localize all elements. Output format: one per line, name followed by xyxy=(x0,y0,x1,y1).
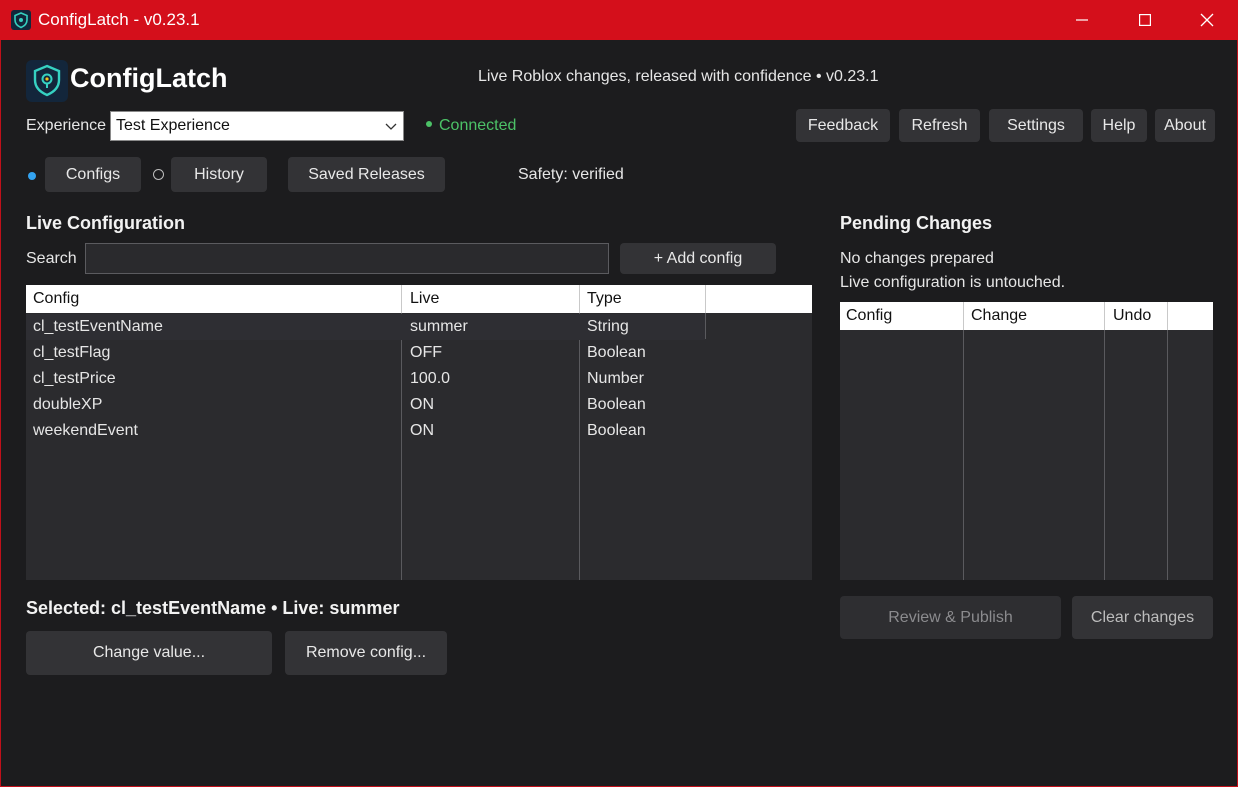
configs-radio-icon[interactable] xyxy=(28,172,36,180)
column-divider xyxy=(1167,330,1168,580)
live-config-title: Live Configuration xyxy=(26,213,185,233)
cell-config: doubleXP xyxy=(33,396,103,413)
connection-status: Connected xyxy=(426,117,516,135)
header-divider xyxy=(1167,302,1168,330)
tab-saved-releases[interactable]: Saved Releases xyxy=(288,157,445,192)
remove-config-button[interactable]: Remove config... xyxy=(285,631,447,675)
safety-status: Safety: verified xyxy=(518,166,624,183)
cell-type: Number xyxy=(587,370,644,387)
add-config-button[interactable]: + Add config xyxy=(620,243,776,274)
table-row[interactable]: doubleXP ON Boolean xyxy=(26,392,705,418)
column-header-config[interactable]: Config xyxy=(846,307,892,325)
column-header-config[interactable]: Config xyxy=(33,290,79,308)
history-radio-icon[interactable] xyxy=(153,169,164,180)
pending-status-detail: Live configuration is untouched. xyxy=(840,274,1066,291)
experience-label: Experience xyxy=(26,117,107,134)
status-dot-icon xyxy=(426,120,432,127)
search-input[interactable] xyxy=(85,243,609,274)
title-bar: ConfigLatch - v0.23.1 xyxy=(0,0,1238,40)
app-shield-icon xyxy=(11,10,31,30)
cell-type: String xyxy=(587,318,629,335)
cell-live: 100.0 xyxy=(410,370,451,387)
connection-status-label: Connected xyxy=(439,117,517,134)
cell-live: summer xyxy=(410,318,468,335)
cell-config: cl_testEventName xyxy=(33,318,163,335)
header-divider xyxy=(579,285,580,313)
minimize-icon xyxy=(1076,19,1088,21)
table-row[interactable]: cl_testEventName summer String xyxy=(26,314,705,340)
column-divider xyxy=(1104,330,1105,580)
pending-changes-table: Config Change Undo xyxy=(840,302,1213,580)
window-title: ConfigLatch - v0.23.1 xyxy=(38,10,200,29)
cell-type: Boolean xyxy=(587,422,646,439)
tab-configs[interactable]: Configs xyxy=(45,157,141,192)
column-header-undo[interactable]: Undo xyxy=(1113,307,1151,325)
brand-name: ConfigLatch xyxy=(70,63,228,93)
help-button[interactable]: Help xyxy=(1091,109,1147,142)
change-value-button[interactable]: Change value... xyxy=(26,631,272,675)
cell-config: cl_testPrice xyxy=(33,370,116,387)
feedback-button[interactable]: Feedback xyxy=(796,109,890,142)
cell-live: ON xyxy=(410,396,434,413)
cell-config: cl_testFlag xyxy=(33,344,111,361)
live-table-header: Config Live Type xyxy=(26,285,812,313)
maximize-button[interactable] xyxy=(1115,0,1175,40)
pending-status-line: No changes prepared xyxy=(840,250,994,267)
header-divider xyxy=(705,285,706,313)
table-row[interactable]: cl_testPrice 100.0 Number xyxy=(26,366,705,392)
header-divider xyxy=(963,302,964,330)
cell-config: weekendEvent xyxy=(33,422,138,439)
cell-type: Boolean xyxy=(587,344,646,361)
pending-table-header: Config Change Undo xyxy=(840,302,1213,330)
table-row[interactable]: cl_testFlag OFF Boolean xyxy=(26,340,705,366)
close-icon xyxy=(1200,13,1214,27)
chevron-down-icon xyxy=(385,123,397,130)
maximize-icon xyxy=(1139,14,1151,26)
tagline: Live Roblox changes, released with confi… xyxy=(478,68,879,85)
experience-select[interactable]: Test Experience xyxy=(110,111,404,141)
clear-changes-button[interactable]: Clear changes xyxy=(1072,596,1213,639)
column-header-change[interactable]: Change xyxy=(971,307,1027,325)
experience-select-value: Test Experience xyxy=(116,117,230,134)
header-divider xyxy=(401,285,402,313)
search-label: Search xyxy=(26,250,77,267)
column-divider xyxy=(963,330,964,580)
table-row[interactable]: weekendEvent ON Boolean xyxy=(26,418,705,444)
settings-button[interactable]: Settings xyxy=(989,109,1083,142)
live-config-table: Config Live Type cl_testEventName summer… xyxy=(26,285,812,580)
logo-shield-icon xyxy=(26,60,68,102)
header-divider xyxy=(1104,302,1105,330)
selected-summary: Selected: cl_testEventName • Live: summe… xyxy=(26,598,400,618)
review-publish-button[interactable]: Review & Publish xyxy=(840,596,1061,639)
tab-history[interactable]: History xyxy=(171,157,267,192)
column-header-type[interactable]: Type xyxy=(587,290,622,308)
minimize-button[interactable] xyxy=(1052,0,1112,40)
column-divider xyxy=(705,313,706,339)
cell-live: ON xyxy=(410,422,434,439)
cell-type: Boolean xyxy=(587,396,646,413)
column-header-live[interactable]: Live xyxy=(410,290,439,308)
close-button[interactable] xyxy=(1177,0,1237,40)
about-button[interactable]: About xyxy=(1155,109,1215,142)
refresh-button[interactable]: Refresh xyxy=(899,109,980,142)
cell-live: OFF xyxy=(410,344,442,361)
pending-changes-title: Pending Changes xyxy=(840,213,993,233)
